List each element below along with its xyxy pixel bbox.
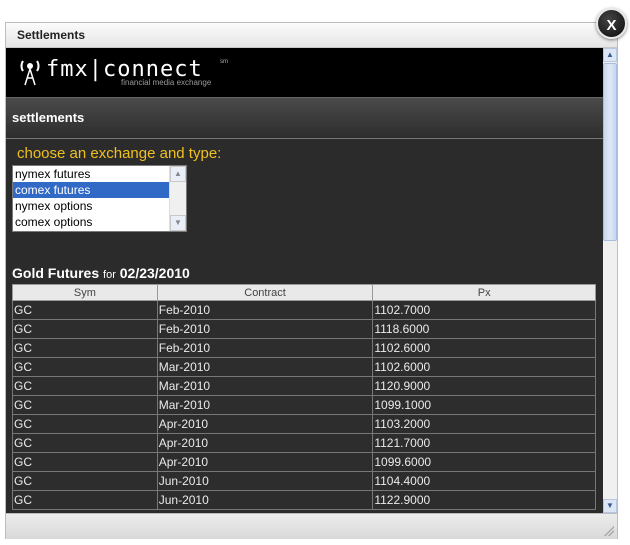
cell-sym: GC (12, 433, 158, 453)
cell-px: 1118.6000 (372, 319, 596, 339)
settlements-window: Settlements fmx|connect sm financial med… (5, 22, 618, 539)
cell-contract: Apr-2010 (156, 414, 374, 434)
window-title: Settlements (6, 23, 617, 48)
settlements-table: Sym Contract Px GC Feb-2010 1102.7000 GC Fe… (12, 284, 596, 510)
section-header: settlements (6, 97, 603, 139)
option-nymex-futures[interactable]: nymex futures (13, 166, 170, 182)
table-row: GC Mar-2010 1099.1000 (12, 395, 596, 415)
cell-px: 1103.2000 (372, 414, 596, 434)
cell-sym: GC (12, 338, 158, 358)
cell-px: 1121.7000 (372, 433, 596, 453)
vertical-scrollbar[interactable]: ▲ ▼ (603, 48, 617, 513)
listbox-up-arrow-icon[interactable]: ▲ (170, 166, 186, 182)
cell-px: 1099.1000 (372, 395, 596, 415)
cell-px: 1102.6000 (372, 338, 596, 358)
option-comex-options[interactable]: comex options (13, 214, 170, 230)
column-header-sym[interactable]: Sym (12, 284, 158, 301)
table-row: GC Feb-2010 1102.7000 (12, 300, 596, 320)
cell-px: 1099.6000 (372, 452, 596, 472)
table-heading: Gold Futures for 02/23/2010 (12, 265, 190, 281)
section-title: settlements (12, 110, 85, 125)
cell-contract: Mar-2010 (156, 376, 374, 396)
cell-contract: Jun-2010 (156, 471, 374, 491)
cell-sym: GC (12, 319, 158, 339)
cell-sym: GC (12, 452, 158, 472)
option-comex-futures[interactable]: comex futures (13, 182, 170, 198)
cell-sym: GC (12, 490, 158, 510)
table-header-row: Sym Contract Px (12, 284, 596, 301)
cell-contract: Feb-2010 (156, 300, 374, 320)
table-date: 02/23/2010 (119, 265, 190, 281)
listbox-down-arrow-icon[interactable]: ▼ (170, 215, 186, 231)
cell-contract: Feb-2010 (156, 338, 374, 358)
cell-px: 1120.9000 (372, 376, 596, 396)
cell-px: 1102.6000 (372, 357, 596, 377)
cell-sym: GC (12, 357, 158, 377)
cell-sym: GC (12, 414, 158, 434)
table-for-label: for (103, 269, 116, 281)
logo-subtitle: financial media exchange (121, 78, 212, 87)
cell-px: 1102.7000 (372, 300, 596, 320)
table-row: GC Jun-2010 1104.4000 (12, 471, 596, 491)
cell-contract: Mar-2010 (156, 395, 374, 415)
scroll-up-arrow-icon[interactable]: ▲ (603, 48, 617, 62)
table-title: Gold Futures (12, 265, 100, 281)
banner: fmx|connect sm financial media exchange (6, 48, 603, 97)
cell-sym: GC (12, 471, 158, 491)
cell-sym: GC (12, 395, 158, 415)
exchange-type-listbox[interactable]: nymex futures comex futures nymex option… (12, 165, 187, 232)
scrollbar-thumb[interactable] (603, 63, 617, 241)
table-row: GC Feb-2010 1118.6000 (12, 319, 596, 339)
cell-sym: GC (12, 376, 158, 396)
logo-sm-mark: sm (220, 59, 228, 65)
table-row: GC Apr-2010 1103.2000 (12, 414, 596, 434)
resize-grip-icon[interactable] (604, 526, 614, 536)
cell-sym: GC (12, 300, 158, 320)
cell-contract: Mar-2010 (156, 357, 374, 377)
close-button[interactable]: X (596, 8, 627, 39)
content-area: fmx|connect sm financial media exchange … (6, 48, 603, 513)
column-header-px[interactable]: Px (372, 284, 596, 301)
cell-contract: Feb-2010 (156, 319, 374, 339)
table-row: GC Mar-2010 1120.9000 (12, 376, 596, 396)
table-row: GC Jun-2010 1122.9000 (12, 490, 596, 510)
window-footer (6, 513, 617, 539)
cell-contract: Jun-2010 (156, 490, 374, 510)
cell-contract: Apr-2010 (156, 433, 374, 453)
cell-px: 1104.4000 (372, 471, 596, 491)
table-row: GC Mar-2010 1102.6000 (12, 357, 596, 377)
cell-contract: Apr-2010 (156, 452, 374, 472)
scroll-down-arrow-icon[interactable]: ▼ (603, 499, 617, 513)
listbox-scrollbar[interactable]: ▲ ▼ (169, 166, 186, 231)
column-header-contract[interactable]: Contract (156, 284, 374, 301)
choose-prompt: choose an exchange and type: (17, 145, 222, 162)
table-row: GC Apr-2010 1121.7000 (12, 433, 596, 453)
table-row: GC Apr-2010 1099.6000 (12, 452, 596, 472)
table-row: GC Feb-2010 1102.6000 (12, 338, 596, 358)
antenna-logo-icon (20, 60, 40, 86)
option-nymex-options[interactable]: nymex options (13, 198, 170, 214)
cell-px: 1122.9000 (372, 490, 596, 510)
